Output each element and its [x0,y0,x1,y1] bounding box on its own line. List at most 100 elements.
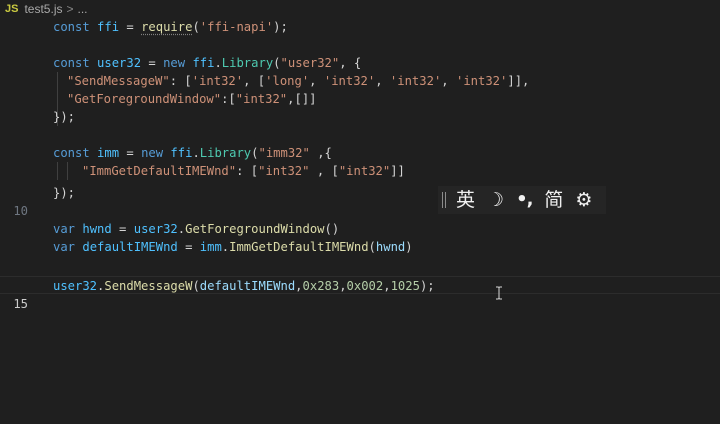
punctuation: ]], [507,74,530,88]
string-literal: 'int32' [455,74,508,88]
code-editor[interactable]: const ffi = require('ffi-napi'); const u… [0,18,720,424]
code-line[interactable]: var defaultIMEWnd = imm.ImmGetDefaultIME… [0,238,720,256]
identifier: ffi [170,146,193,160]
punctuation: , [339,279,347,293]
string-literal: "ImmGetDefaultIMEWnd" [82,164,237,178]
punctuation: : [ [169,74,192,88]
script-toggle-button[interactable]: 简 [544,186,563,214]
string-literal: "SendMessageW" [67,74,170,88]
number-literal: 0x283 [302,279,340,293]
punctuation: ); [419,279,435,293]
code-line[interactable]: "GetForegroundWindow":["int32",[]] [0,90,720,108]
number-literal: 0x002 [346,279,384,293]
punctuation: ]] [390,164,405,178]
breadcrumb-more-symbols[interactable]: ... [78,2,88,16]
punctuation: , [ [309,164,339,178]
keyword: var [53,240,76,254]
breadcrumb-file-name[interactable]: test5.js [24,2,62,16]
punctuation: ,{ [309,146,332,160]
function-name: require [141,20,193,34]
line-number: 15 [13,297,28,311]
punctuation: , [375,74,390,88]
punctuation-toggle-button[interactable]: •, [516,186,533,214]
string-literal: 'int32' [191,74,244,88]
operator: = [111,222,134,236]
punctuation: ( [368,240,376,254]
punctuation: ); [273,20,288,34]
punctuation: }); [53,110,76,124]
keyword: new [163,56,186,70]
operator: = [177,240,200,254]
identifier: hwnd [375,240,406,254]
keyword: const [53,56,90,70]
punctuation: ( [273,56,281,70]
code-line-current[interactable]: 15 user32.SendMessageW(defaultIMEWnd,0x2… [0,276,720,311]
punctuation: }); [53,186,76,200]
identifier: hwnd [82,222,112,236]
identifier: ffi [192,56,215,70]
punctuation: , [309,74,324,88]
punctuation: , [441,74,456,88]
language-toggle-button[interactable]: 英 [456,186,475,214]
identifier: imm [97,146,120,160]
ime-toolbar[interactable]: 英 ☽ •, 简 ⚙ [438,186,606,214]
code-line[interactable]: "SendMessageW": ['int32', ['long', 'int3… [0,72,720,90]
class-name: Library [199,146,252,160]
identifier: imm [199,240,222,254]
string-literal: "int32" [235,92,288,106]
javascript-file-icon: JS [5,3,19,15]
operator: = [119,20,142,34]
string-literal: 'ffi-napi' [199,20,274,34]
identifier: user32 [97,56,142,70]
breadcrumb: JS test5.js > ... [0,0,720,18]
function-name: SendMessageW [104,279,193,293]
punctuation: ) [405,240,413,254]
punctuation: . [214,56,222,70]
punctuation: ( [192,20,200,34]
keyword: const [53,20,90,34]
identifier: user32 [53,279,98,293]
code-line[interactable]: var hwnd = user32.GetForegroundWindow() [0,220,720,238]
punctuation: , [295,279,303,293]
string-literal: 'int32' [323,74,376,88]
drag-handle[interactable] [442,192,446,208]
code-line[interactable]: }); [0,108,720,126]
punctuation: : [ [236,164,259,178]
function-name: ImmGetDefaultIMEWnd [229,240,369,254]
breadcrumb-chevron-icon: > [66,2,74,16]
punctuation: () [324,222,340,236]
string-literal: 'int32' [389,74,442,88]
string-literal: "int32" [258,164,310,178]
string-literal: "imm32" [258,146,310,160]
code-line[interactable]: const user32 = new ffi.Library("user32",… [0,54,720,72]
moon-icon[interactable]: ☽ [487,186,504,214]
punctuation: ( [192,279,200,293]
keyword: var [53,222,76,236]
text-cursor-icon [496,286,502,300]
number-literal: 1025 [390,279,420,293]
keyword: const [53,146,90,160]
string-literal: "user32" [280,56,340,70]
code-line[interactable]: const ffi = require('ffi-napi'); [0,18,720,36]
string-literal: "GetForegroundWindow" [67,92,222,106]
identifier: ffi [97,20,120,34]
line-number: 10 [13,204,28,218]
gear-icon[interactable]: ⚙ [575,186,592,214]
function-name: GetForegroundWindow [185,222,325,236]
identifier: user32 [133,222,178,236]
punctuation: :[ [221,92,236,106]
punctuation: . [192,146,200,160]
identifier: defaultIMEWnd [82,240,178,254]
punctuation: , [383,279,391,293]
punctuation: . [177,222,186,236]
code-line[interactable]: "ImmGetDefaultIMEWnd": ["int32" , ["int3… [0,162,720,180]
punctuation: ( [251,146,259,160]
code-line[interactable]: const imm = new ffi.Library("imm32" ,{ [0,144,720,162]
class-name: Library [221,56,274,70]
string-literal: 'long' [265,74,310,88]
code-line[interactable]: 10 }); [0,184,720,218]
keyword: new [141,146,164,160]
identifier: defaultIMEWnd [199,279,296,293]
operator: = [119,146,142,160]
string-literal: "int32" [338,164,391,178]
